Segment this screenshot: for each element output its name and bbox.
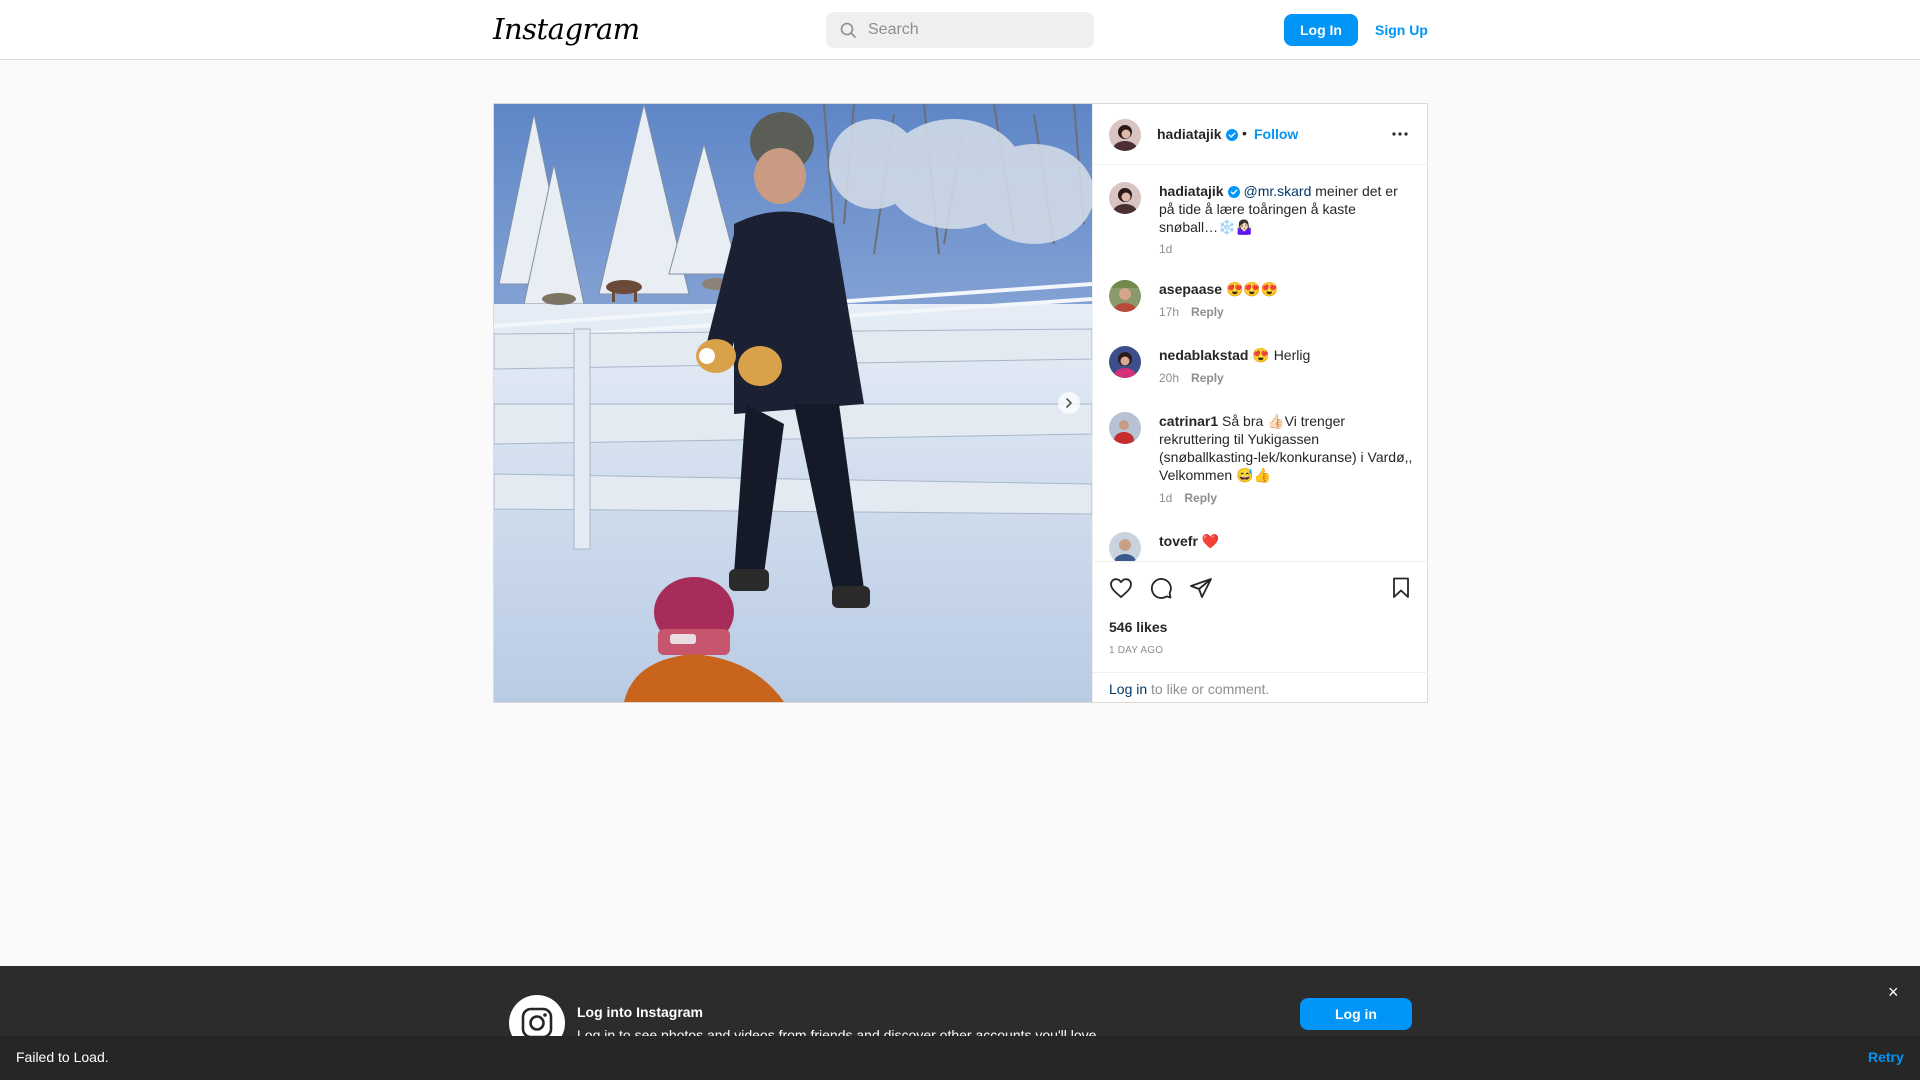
comment-item: tovefr ❤️ — [1109, 532, 1414, 561]
error-toast: Failed to Load. Retry — [0, 1036, 1920, 1080]
next-photo-button[interactable] — [1058, 392, 1080, 414]
search-input[interactable] — [868, 12, 1083, 48]
comment-time[interactable]: 17h — [1159, 305, 1179, 319]
post-date[interactable]: 1 DAY AGO — [1109, 645, 1163, 656]
author-avatar[interactable] — [1109, 119, 1141, 151]
comment-username[interactable]: nedablakstad — [1159, 347, 1248, 363]
comment-avatar[interactable] — [1109, 412, 1141, 444]
comment-text: nedablakstad 😍 Herlig — [1159, 346, 1415, 364]
reply-button[interactable]: Reply — [1184, 491, 1217, 505]
comment-bubble-icon[interactable] — [1149, 576, 1173, 605]
author-username-text[interactable]: hadiatajik — [1157, 126, 1222, 142]
post-actions: 546 likes 1 DAY AGO — [1093, 561, 1428, 673]
separator-dot: • — [1242, 125, 1247, 141]
close-icon[interactable]: × — [1888, 982, 1899, 1003]
comment-body: ❤️ — [1197, 533, 1220, 549]
comment-text: tovefr ❤️ — [1159, 532, 1415, 550]
post-image — [494, 104, 1092, 702]
top-navigation-bar: Instagram Log In Sign Up — [0, 0, 1920, 60]
comment-username[interactable]: tovefr — [1159, 533, 1198, 549]
comment-body: 😍 Herlig — [1248, 347, 1311, 363]
login-prompt: Log in to like or comment. — [1093, 672, 1428, 702]
comment-meta: 20h Reply — [1159, 371, 1224, 385]
share-icon[interactable] — [1189, 576, 1213, 605]
comment-text: catrinar1 Så bra 👍🏻Vi trenger rekrutteri… — [1159, 412, 1415, 484]
banner-title: Log into Instagram — [577, 1004, 703, 1020]
caption-mention[interactable]: @mr.skard — [1243, 183, 1311, 199]
comment-avatar[interactable] — [1109, 346, 1141, 378]
comment-avatar[interactable] — [1109, 532, 1141, 561]
banner-login-button[interactable]: Log in — [1300, 998, 1412, 1030]
like-heart-icon[interactable] — [1109, 576, 1133, 605]
caption-avatar[interactable] — [1109, 182, 1141, 214]
chevron-right-icon — [1066, 398, 1072, 408]
retry-button[interactable]: Retry — [1868, 1049, 1904, 1065]
comment-username[interactable]: asepaase — [1159, 281, 1222, 297]
reply-button[interactable]: Reply — [1191, 305, 1224, 319]
more-options-icon[interactable] — [1390, 124, 1410, 149]
caption-timestamp[interactable]: 1d — [1159, 242, 1172, 256]
caption-text: hadiatajik @mr.skard meiner det er på ti… — [1159, 182, 1415, 236]
search-box[interactable] — [826, 12, 1094, 48]
comments-list[interactable]: hadiatajik @mr.skard meiner det er på ti… — [1093, 166, 1428, 561]
login-prompt-text: to like or comment. — [1147, 681, 1270, 697]
verified-badge-icon — [1225, 129, 1238, 141]
comment-time[interactable]: 1d — [1159, 491, 1172, 505]
post-photo[interactable] — [494, 104, 1092, 702]
signup-link[interactable]: Sign Up — [1375, 14, 1428, 46]
post-sidebar: hadiatajik • Follow hadiatajik @mr.skard… — [1092, 104, 1428, 702]
follow-button[interactable]: Follow — [1254, 126, 1298, 142]
likes-count[interactable]: 546 likes — [1109, 619, 1167, 635]
comment-item: nedablakstad 😍 Herlig 20h Reply — [1109, 346, 1414, 396]
save-bookmark-icon[interactable] — [1389, 576, 1413, 605]
caption-username[interactable]: hadiatajik — [1159, 183, 1224, 199]
verified-badge-icon — [1227, 186, 1240, 198]
comment-text: asepaase 😍😍😍 — [1159, 280, 1415, 298]
comment-meta: 17h Reply — [1159, 305, 1224, 319]
comment-item: catrinar1 Så bra 👍🏻Vi trenger rekrutteri… — [1109, 412, 1415, 505]
post-header: hadiatajik • Follow — [1093, 104, 1428, 165]
post-card: hadiatajik • Follow hadiatajik @mr.skard… — [493, 103, 1428, 703]
instagram-logo[interactable]: Instagram — [493, 12, 640, 46]
reply-button[interactable]: Reply — [1191, 371, 1224, 385]
search-icon — [840, 22, 856, 38]
comment-item: asepaase 😍😍😍 17h Reply — [1109, 280, 1414, 330]
comment-avatar[interactable] — [1109, 280, 1141, 312]
login-button[interactable]: Log In — [1284, 14, 1358, 46]
comment-body: 😍😍😍 — [1222, 281, 1279, 297]
comment-meta: 1d Reply — [1159, 491, 1217, 505]
toast-message: Failed to Load. — [16, 1049, 109, 1065]
comment-username[interactable]: catrinar1 — [1159, 413, 1218, 429]
comment-time[interactable]: 20h — [1159, 371, 1179, 385]
caption-time: 1d — [1159, 242, 1172, 256]
caption: hadiatajik @mr.skard meiner det er på ti… — [1109, 182, 1414, 262]
login-prompt-link[interactable]: Log in — [1109, 681, 1147, 697]
author-username[interactable]: hadiatajik — [1157, 126, 1238, 142]
